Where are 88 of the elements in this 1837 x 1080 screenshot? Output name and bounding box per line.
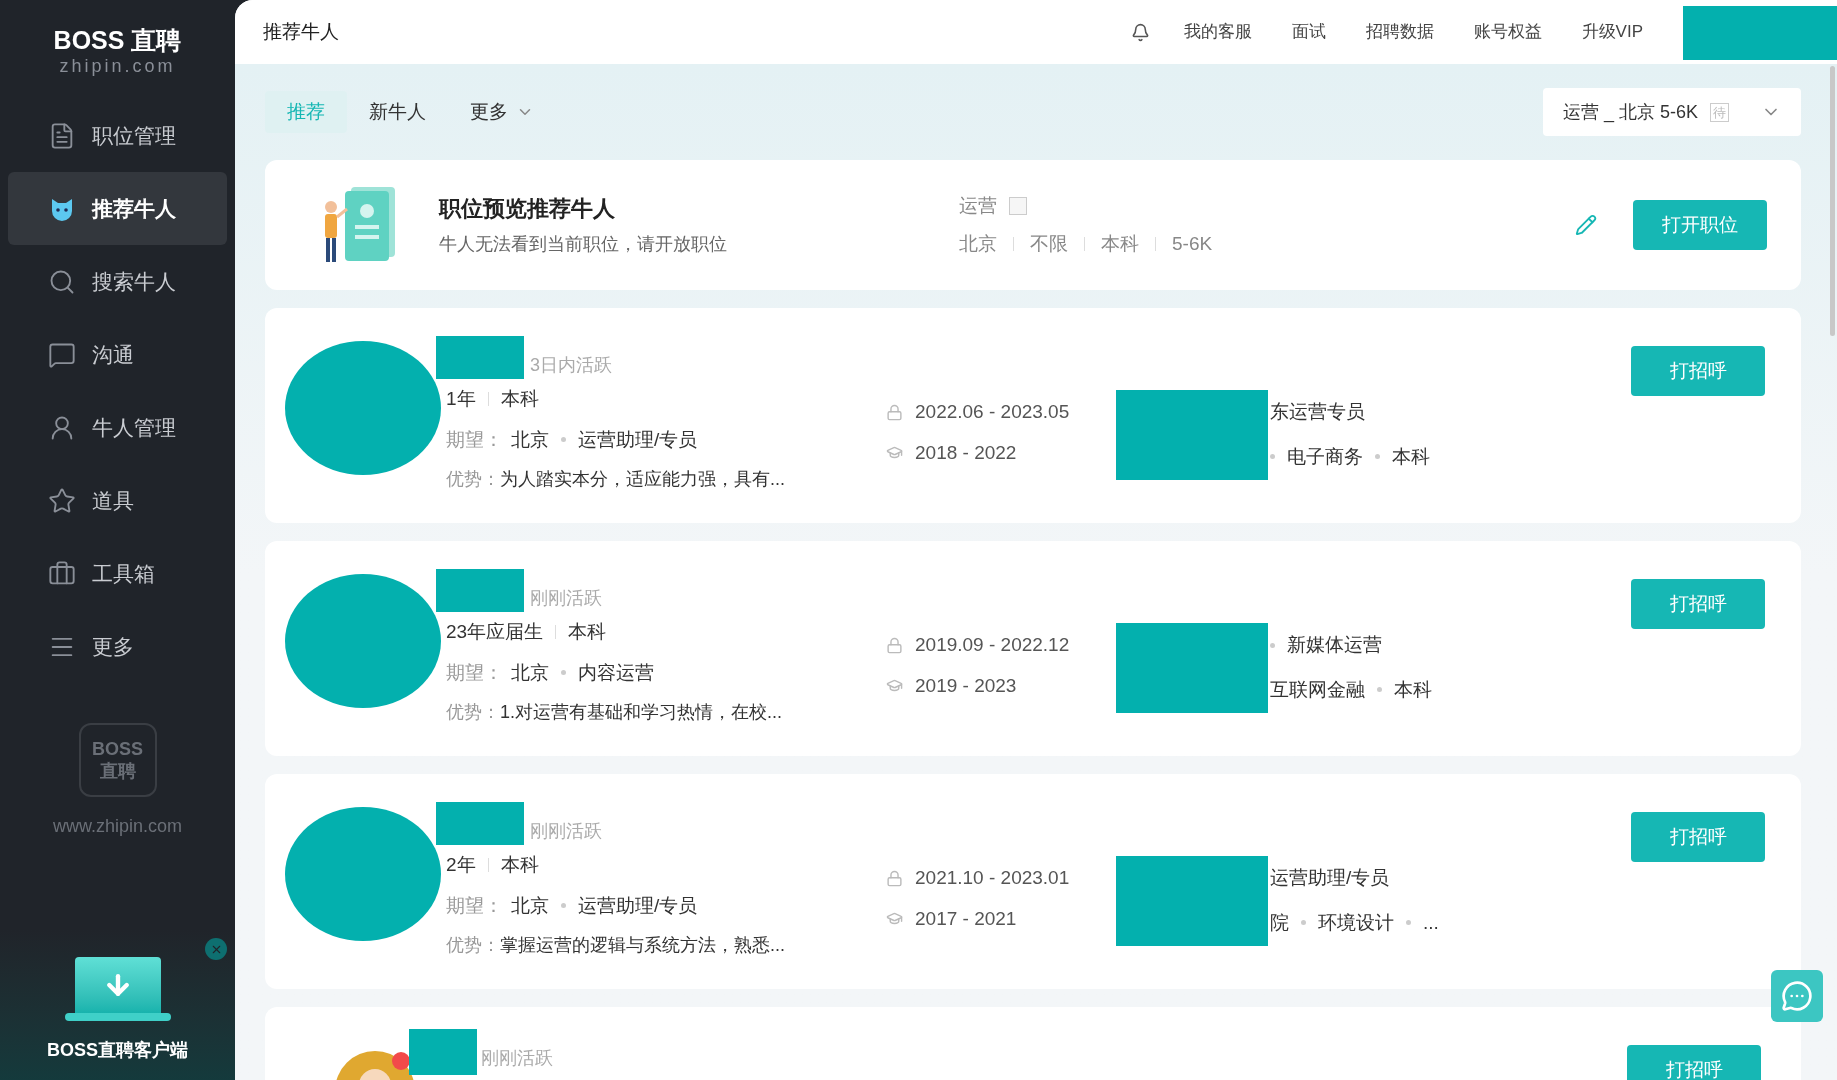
work-lock-icon <box>886 636 903 654</box>
detail-text: 新媒体运营 <box>1287 633 1382 657</box>
sidebar-item[interactable]: 沟通 <box>8 318 227 391</box>
detail-text: 互联网金融 <box>1270 677 1365 702</box>
job-tag: 北京 <box>959 230 997 259</box>
top-nav-link[interactable]: 我的客服 <box>1183 19 1252 45</box>
client-download-label[interactable]: BOSS直聘客户端 <box>47 1037 188 1064</box>
candidate-card[interactable]: 刚刚活跃 2年 本科 期望： 北京 运营助理/专员 优势：掌握运营的逻辑与系统方法，熟悉... 2021.10 - 2023.01 2017 - 2021 运营助理/专员 院 环境设计 ... 打招呼 <box>265 774 1801 989</box>
work-dates: 2019.09 - 2022.12 <box>915 633 1070 657</box>
detail-text: 北京 <box>511 893 549 918</box>
basic-info: 23年应届生 <box>446 620 544 644</box>
candidate-card[interactable]: 3日内活跃 1年 本科 期望： 北京 运营助理/专员 优势：为人踏实本分，适应能力强，具有... 2022.06 - 2023.05 2018 - 2022 东运营专员 电子商务 本科 打招呼 <box>265 308 1801 523</box>
activity-status: 刚刚活跃 <box>481 1047 553 1070</box>
advantage-label: 优势： <box>446 468 500 491</box>
detail-text: 本科 <box>1394 677 1432 702</box>
work-dates: 2022.06 - 2023.05 <box>915 400 1070 424</box>
brand-url: www.zhipin.com <box>52 815 182 838</box>
sidebar-item[interactable]: 搜索牛人 <box>8 245 227 318</box>
chat-bubble-icon <box>1781 980 1813 1012</box>
detail-text: 东运营专员 <box>1270 400 1365 424</box>
sidebar-item[interactable]: 推荐牛人 <box>8 172 227 245</box>
activity-status: 刚刚活跃 <box>530 820 602 843</box>
advantage-text: 为人踏实本分，适应能力强，具有... <box>500 468 785 491</box>
sidebar-item[interactable]: 牛人管理 <box>8 391 227 464</box>
filter-tab[interactable]: 新牛人 <box>347 91 448 133</box>
logo-title: BOSS 直聘 <box>53 28 182 53</box>
advantage-label: 优势： <box>446 701 500 724</box>
basic-info: 本科 <box>500 853 539 877</box>
detail-text: 内容运营 <box>578 660 654 685</box>
detail-text: 北京 <box>511 427 549 452</box>
detail-text: ... <box>1423 910 1439 935</box>
work-lock-icon <box>886 869 903 887</box>
education-dates: 2019 - 2023 <box>915 673 1017 698</box>
brand-mark-text: 直聘 <box>99 760 136 783</box>
education-dates: 2018 - 2022 <box>915 440 1017 465</box>
detail-text: 环境设计 <box>1318 910 1394 935</box>
basic-info: 1年 <box>446 387 476 411</box>
advantage-label: 优势： <box>446 934 500 957</box>
advantage-text: 掌握运营的逻辑与系统方法，熟悉... <box>500 934 785 957</box>
detail-text: 本科 <box>1392 444 1430 469</box>
redaction-block <box>409 1029 477 1075</box>
star-icon <box>48 486 76 515</box>
basic-info: 本科 <box>568 620 607 644</box>
expect-label: 期望： <box>446 660 503 685</box>
scrollbar-thumb[interactable] <box>1830 66 1835 336</box>
job-status-icon <box>1009 196 1027 215</box>
job-selector[interactable]: 运营 _ 北京 5-6K 待 <box>1543 88 1801 136</box>
activity-status: 刚刚活跃 <box>530 587 602 610</box>
basic-info: 本科 <box>500 387 539 411</box>
work-lock-icon <box>886 403 903 421</box>
sidebar-item[interactable]: 工具箱 <box>8 537 227 610</box>
job-tag: 不限 <box>1030 230 1068 259</box>
job-tag: 5-6K <box>1172 230 1213 259</box>
logo-subtitle: zhipin.com <box>59 57 176 75</box>
detail-text: 运营助理/专员 <box>1270 866 1390 890</box>
card-title: 职位预览推荐牛人 <box>439 195 616 223</box>
chat-bubble-button[interactable] <box>1771 970 1823 1022</box>
top-nav-link[interactable]: 升级VIP <box>1581 19 1643 45</box>
top-nav-link[interactable]: 账号权益 <box>1473 19 1542 45</box>
sidebar-item[interactable]: 道具 <box>8 464 227 537</box>
page-title: 推荐牛人 <box>263 19 339 44</box>
basic-info: 2年 <box>446 853 476 877</box>
detail-text: 运营助理/专员 <box>578 893 698 918</box>
filter-tab[interactable]: 更多 <box>448 91 556 133</box>
advantage-text: 1.对运营有基础和学习热情，在校... <box>500 701 782 724</box>
candidate-card[interactable]: 刚刚活跃 23年应届生 本科 期望： 北京 内容运营 优势：1.对运营有基础和学习热情，在校... 2019.09 - 2022.12 2019 - 2023 新媒体运营 互联网金融 本科 打招呼 <box>265 541 1801 756</box>
brand-mark-text: BOSS <box>92 737 143 760</box>
close-icon[interactable] <box>205 938 227 960</box>
job-name: 运营 <box>959 193 997 218</box>
pending-badge: 待 <box>1710 102 1730 122</box>
detail-text: 运营助理/专员 <box>578 427 698 452</box>
education-dates: 2017 - 2021 <box>915 906 1017 931</box>
detail-text: 北京 <box>511 660 549 685</box>
expect-label: 期望： <box>446 893 503 918</box>
bell-icon[interactable] <box>1130 22 1150 42</box>
sidebar-item[interactable]: 职位管理 <box>8 99 227 172</box>
card-subtitle: 牛人无法看到当前职位，请开放职位 <box>439 233 728 256</box>
top-nav-link[interactable]: 招聘数据 <box>1365 19 1434 45</box>
top-nav-link[interactable]: 面试 <box>1291 19 1326 45</box>
detail-text: 院 <box>1270 910 1289 935</box>
activity-status: 3日内活跃 <box>530 354 612 377</box>
expect-label: 期望： <box>446 427 503 452</box>
edit-pencil-icon[interactable] <box>1575 214 1597 236</box>
detail-text: 电子商务 <box>1287 444 1363 469</box>
download-laptop-icon <box>64 957 171 1021</box>
work-dates: 2021.10 - 2023.01 <box>915 866 1070 890</box>
sidebar-item[interactable]: 更多 <box>8 610 227 683</box>
job-tag: 本科 <box>1101 230 1139 259</box>
